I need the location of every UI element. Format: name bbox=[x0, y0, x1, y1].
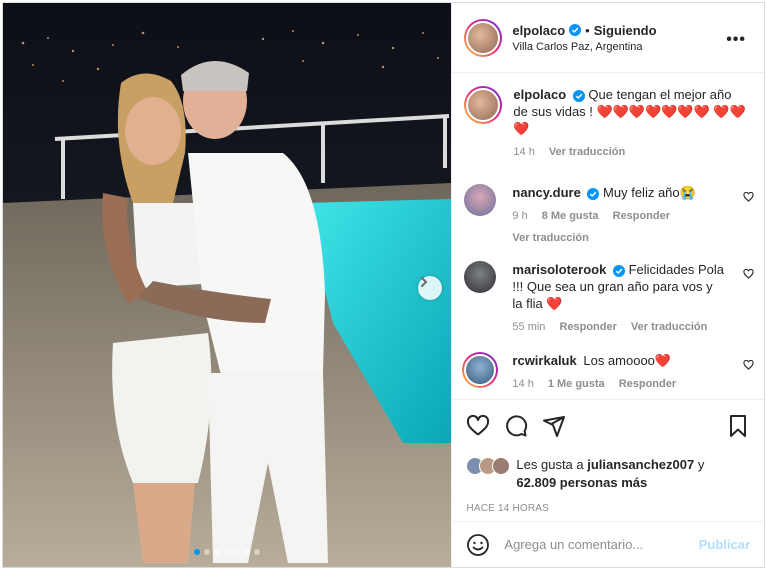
verified-icon bbox=[569, 24, 582, 36]
photo-illustration bbox=[3, 3, 452, 567]
carousel-dots bbox=[3, 549, 451, 555]
comment-likes[interactable]: 8 Me gusta bbox=[542, 208, 599, 225]
separator-dot: • bbox=[585, 22, 590, 38]
carousel-dot bbox=[204, 549, 211, 555]
carousel-dot bbox=[254, 549, 261, 555]
comment-username[interactable]: rcwirkaluk bbox=[512, 353, 576, 368]
author-username[interactable]: elpolaco bbox=[512, 23, 565, 38]
add-comment-bar: Publicar bbox=[452, 521, 764, 567]
comment-username[interactable]: nancy.dure bbox=[512, 185, 580, 200]
verified-icon bbox=[612, 264, 625, 277]
comment-time: 55 min bbox=[512, 321, 546, 333]
caption-time: 14 h bbox=[513, 146, 535, 158]
liker-avatars bbox=[466, 457, 511, 475]
commenter-avatar[interactable] bbox=[462, 352, 499, 388]
comment-icon[interactable] bbox=[504, 414, 528, 438]
caption-username[interactable]: elpolaco bbox=[513, 87, 566, 102]
carousel-dot bbox=[244, 549, 251, 555]
caption: elpolaco Que tengan el mejor año de sus … bbox=[464, 86, 754, 161]
post-location[interactable]: Villa Carlos Paz, Argentina bbox=[512, 41, 656, 53]
post-side-panel: elpolaco • Siguiendo Villa Carlos Paz, A… bbox=[451, 3, 764, 567]
likes-prefix: Les gusta a bbox=[516, 457, 584, 472]
post-timestamp[interactable]: HACE 14 HORAS bbox=[466, 503, 750, 514]
heart-icon[interactable] bbox=[466, 414, 490, 438]
author-avatar[interactable] bbox=[464, 18, 503, 57]
reply-button[interactable]: Responder bbox=[619, 376, 676, 393]
carousel-dot bbox=[194, 549, 201, 555]
commenter-avatar[interactable] bbox=[464, 184, 497, 216]
post-photo[interactable] bbox=[3, 3, 452, 567]
comment-like-heart-icon[interactable] bbox=[743, 360, 754, 370]
bookmark-icon[interactable] bbox=[726, 414, 750, 438]
liker-avatar bbox=[492, 457, 511, 475]
comment-item: marisoloterook Felicidades Pola !!! Que … bbox=[464, 261, 754, 336]
carousel-dot bbox=[214, 549, 221, 555]
chevron-right-icon bbox=[421, 277, 428, 287]
comment-item: rcwirkaluk Los amoooo❤️ 14 h 1 Me gusta Re… bbox=[462, 352, 754, 393]
likes-count[interactable]: 62.809 personas más bbox=[516, 475, 647, 490]
comment-input[interactable] bbox=[504, 537, 699, 552]
verified-icon bbox=[587, 187, 600, 200]
post-actions: Les gusta a juliansanchez007 y 62.809 pe… bbox=[452, 399, 764, 514]
follow-status-button[interactable]: Siguiendo bbox=[594, 23, 657, 38]
comment-translate-link[interactable]: Ver traducción bbox=[512, 230, 724, 247]
post-header: elpolaco • Siguiendo Villa Carlos Paz, A… bbox=[452, 3, 764, 73]
reply-button[interactable]: Responder bbox=[613, 208, 670, 225]
likes-summary[interactable]: Les gusta a juliansanchez007 y 62.809 pe… bbox=[466, 456, 750, 492]
comment-item: nancy.dure Muy feliz año😭 9 h 8 Me gusta R… bbox=[464, 184, 754, 247]
caption-avatar[interactable] bbox=[464, 86, 503, 124]
instagram-post-frame: elpolaco • Siguiendo Villa Carlos Paz, A… bbox=[2, 2, 765, 568]
reply-button[interactable]: Responder bbox=[559, 319, 616, 336]
commenter-avatar[interactable] bbox=[464, 261, 497, 293]
comment-time: 9 h bbox=[512, 210, 528, 222]
comment-translate-link[interactable]: Ver traducción bbox=[631, 319, 707, 336]
comment-like-heart-icon[interactable] bbox=[743, 192, 754, 202]
share-icon[interactable] bbox=[542, 414, 566, 438]
more-icon[interactable]: ••• bbox=[726, 31, 746, 49]
carousel-dot bbox=[224, 549, 231, 555]
comment-like-heart-icon[interactable] bbox=[743, 269, 754, 279]
liker-username[interactable]: juliansanchez007 bbox=[587, 457, 694, 472]
comments-list: elpolaco Que tengan el mejor año de sus … bbox=[452, 74, 764, 394]
carousel-dot bbox=[234, 549, 241, 555]
comment-text: Los amoooo❤️ bbox=[583, 353, 672, 368]
verified-icon bbox=[572, 89, 585, 102]
likes-middle: y bbox=[697, 457, 705, 472]
comment-text: Muy feliz año😭 bbox=[603, 185, 696, 200]
caption-translate-link[interactable]: Ver traducción bbox=[549, 144, 625, 161]
comment-username[interactable]: marisoloterook bbox=[512, 262, 606, 277]
carousel-next-button[interactable] bbox=[418, 276, 442, 300]
emoji-icon[interactable] bbox=[466, 533, 490, 557]
publish-button[interactable]: Publicar bbox=[699, 537, 750, 552]
comment-likes[interactable]: 1 Me gusta bbox=[548, 376, 605, 393]
comment-time: 14 h bbox=[512, 378, 534, 390]
